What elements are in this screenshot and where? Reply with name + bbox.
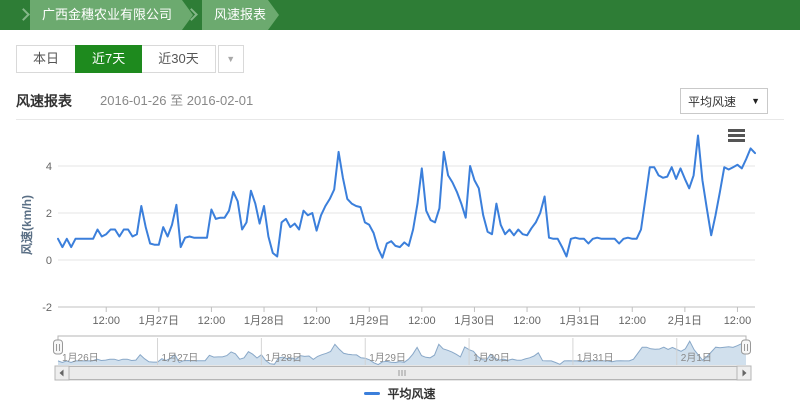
navigator-day-label: 1月27日 bbox=[162, 352, 199, 364]
x-tick-label: 12:00 bbox=[618, 315, 646, 327]
breadcrumb-item-company[interactable]: 广西金穗农业有限公司 bbox=[30, 0, 182, 30]
x-axis: 12:00 1月27日 12:00 1月28日 12:00 1月29日 12:00 1月30日… bbox=[58, 307, 755, 327]
x-tick-label: 1月29日 bbox=[349, 315, 389, 327]
x-tick-label: 12:00 bbox=[513, 315, 541, 327]
date-range-text: 2016-01-26 至 2016-02-01 bbox=[100, 88, 253, 114]
wind-speed-chart: 4 2 0 -2 风速(km/h) 12:00 1月27日 12:00 1月28日 12:00 1月… bbox=[0, 125, 800, 385]
x-tick-label: 12:00 bbox=[303, 315, 331, 327]
y-tick-label: 0 bbox=[46, 255, 52, 267]
section-divider bbox=[16, 119, 784, 120]
navigator-day-label: 1月28日 bbox=[265, 352, 302, 364]
tab-today[interactable]: 本日 bbox=[16, 45, 76, 73]
navigator-day-label: 1月26日 bbox=[62, 352, 99, 364]
x-tick-label: 1月31日 bbox=[559, 315, 599, 327]
legend-label: 平均风速 bbox=[387, 385, 435, 402]
navigator: 1月26日 1月27日 1月28日 1月29日 1月30日 1月31日 2月1日 bbox=[54, 336, 751, 365]
y-axis-title: 风速(km/h) bbox=[19, 195, 34, 255]
navigator-day-label: 1月29日 bbox=[369, 352, 406, 364]
chevron-right-icon bbox=[17, 8, 30, 21]
x-tick-label: 1月30日 bbox=[454, 315, 494, 327]
x-tick-label: 12:00 bbox=[92, 315, 120, 327]
navigator-day-label: 1月30日 bbox=[473, 352, 510, 364]
wind-speed-line bbox=[58, 136, 755, 258]
report-header: 风速报表 2016-01-26 至 2016-02-01 平均风速 ▼ bbox=[16, 88, 768, 114]
x-tick-label: 12:00 bbox=[408, 315, 436, 327]
y-tick-label: 4 bbox=[46, 161, 52, 173]
wind-speed-report-page: 广西金穗农业有限公司 风速报表 本日 近7天 近30天 ▼ 风速报表 2016-… bbox=[0, 0, 800, 419]
tab-last-30-days[interactable]: 近30天 bbox=[141, 45, 215, 73]
tab-last-7-days[interactable]: 近7天 bbox=[75, 45, 142, 73]
navigator-handle-right[interactable] bbox=[742, 340, 751, 354]
navigator-handle-left[interactable] bbox=[54, 340, 63, 354]
scrollbar-thumb[interactable] bbox=[69, 367, 737, 380]
y-tick-label: 2 bbox=[46, 208, 52, 220]
breadcrumb-item-report[interactable]: 风速报表 bbox=[202, 0, 268, 30]
chevron-down-icon: ▼ bbox=[226, 54, 235, 64]
breadcrumb: 广西金穗农业有限公司 风速报表 bbox=[0, 0, 800, 30]
navigator-day-label: 2月1日 bbox=[681, 352, 712, 364]
range-dropdown-button[interactable]: ▼ bbox=[218, 45, 244, 73]
legend-line-swatch bbox=[364, 392, 380, 395]
x-tick-label: 2月1日 bbox=[668, 315, 702, 327]
y-tick-label: -2 bbox=[42, 302, 52, 314]
range-tabs: 本日 近7天 近30天 ▼ bbox=[16, 45, 244, 73]
chart-scrollbar bbox=[55, 366, 751, 380]
chart-menu-icon[interactable] bbox=[728, 129, 745, 142]
chart-legend[interactable]: 平均风速 bbox=[0, 384, 800, 402]
chevron-down-icon: ▼ bbox=[751, 96, 760, 106]
metric-select-value: 平均风速 bbox=[688, 93, 736, 110]
x-tick-label: 1月27日 bbox=[139, 315, 179, 327]
page-title: 风速报表 bbox=[16, 88, 72, 114]
metric-select[interactable]: 平均风速 ▼ bbox=[680, 88, 768, 114]
x-tick-label: 1月28日 bbox=[244, 315, 284, 327]
x-tick-label: 12:00 bbox=[198, 315, 226, 327]
x-tick-label: 12:00 bbox=[724, 315, 752, 327]
navigator-day-label: 1月31日 bbox=[577, 352, 614, 364]
chart-svg: 4 2 0 -2 风速(km/h) 12:00 1月27日 12:00 1月28日 12:00 1月… bbox=[0, 125, 800, 385]
